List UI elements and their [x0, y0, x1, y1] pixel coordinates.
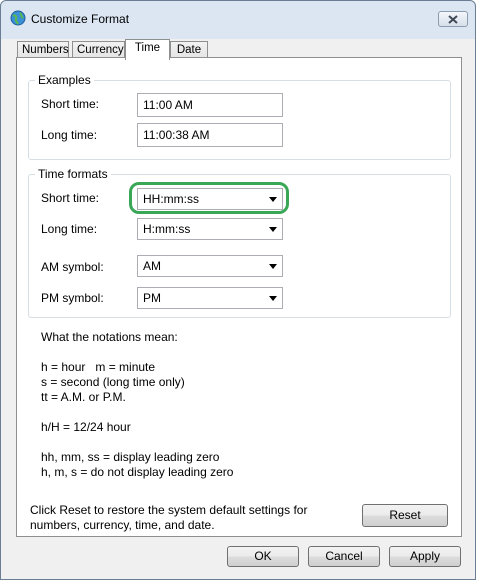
ok-button[interactable]: OK: [227, 546, 299, 567]
globe-icon: [10, 10, 26, 26]
pm-symbol-label: PM symbol:: [41, 291, 104, 305]
chevron-down-icon: [269, 264, 277, 269]
am-symbol-dropdown[interactable]: AM: [137, 255, 283, 277]
reset-description: Click Reset to restore the system defaul…: [30, 503, 308, 517]
title-bar: Customize Format: [1, 1, 475, 35]
notation-line: s = second (long time only): [41, 375, 185, 389]
notation-line: hh, mm, ss = display leading zero: [41, 450, 220, 464]
example-short-time-label: Short time:: [41, 97, 100, 111]
close-button[interactable]: [438, 11, 468, 27]
pm-symbol-dropdown-value: PM: [143, 291, 161, 305]
tab-time[interactable]: Time: [125, 39, 170, 60]
cancel-button[interactable]: Cancel: [308, 546, 380, 567]
notation-line: h, m, s = do not display leading zero: [41, 465, 234, 479]
example-long-time-value: 11:00:38 AM: [137, 123, 283, 147]
examples-group: Examples: [28, 73, 451, 160]
reset-button[interactable]: Reset: [362, 504, 448, 527]
chevron-down-icon: [269, 227, 277, 232]
apply-button[interactable]: Apply: [389, 546, 461, 567]
notation-line: h = hour m = minute: [41, 360, 156, 374]
chevron-down-icon: [269, 296, 277, 301]
reset-description-line2: numbers, currency, time, and date.: [30, 518, 215, 532]
short-time-label: Short time:: [41, 191, 100, 205]
close-icon: [448, 15, 458, 24]
short-time-highlight: [129, 182, 289, 214]
long-time-dropdown[interactable]: H:mm:ss: [137, 218, 283, 240]
window-title: Customize Format: [31, 12, 130, 26]
notation-line: tt = A.M. or P.M.: [41, 390, 126, 404]
long-time-label: Long time:: [41, 222, 98, 236]
pm-symbol-dropdown[interactable]: PM: [137, 287, 283, 309]
examples-group-title: Examples: [35, 73, 94, 87]
am-symbol-label: AM symbol:: [41, 260, 104, 274]
time-formats-group-title: Time formats: [35, 167, 111, 181]
notation-line: h/H = 12/24 hour: [41, 420, 131, 434]
long-time-dropdown-value: H:mm:ss: [143, 222, 191, 236]
example-short-time-value: 11:00 AM: [137, 93, 283, 117]
am-symbol-dropdown-value: AM: [143, 259, 161, 273]
notations-heading: What the notations mean:: [41, 330, 178, 344]
example-long-time-label: Long time:: [41, 128, 98, 142]
